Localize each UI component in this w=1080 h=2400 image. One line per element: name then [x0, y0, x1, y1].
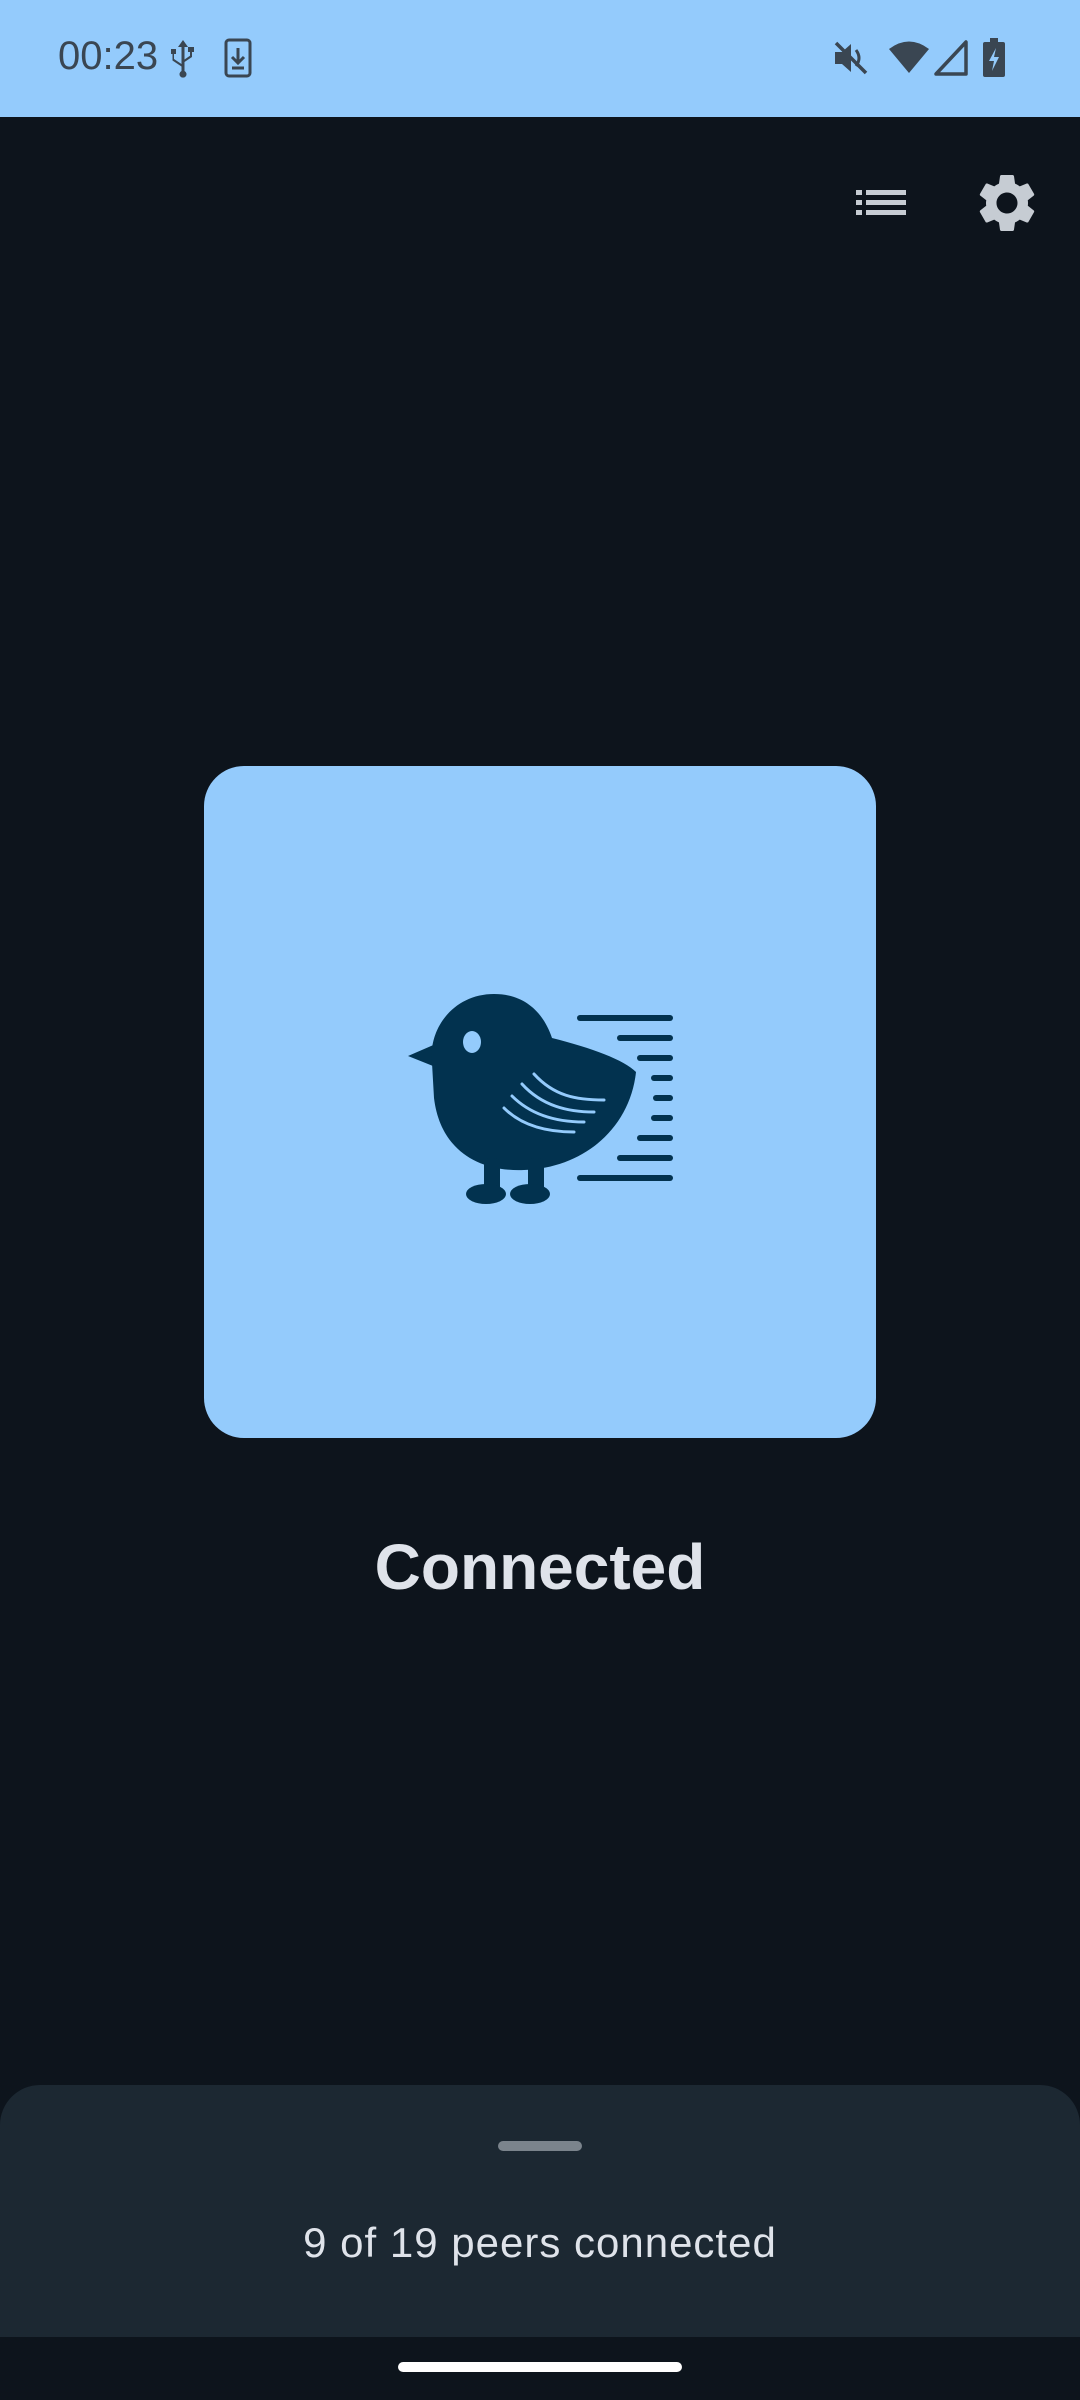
connection-status-title: Connected: [374, 1531, 706, 1603]
connection-toggle-card[interactable]: [204, 766, 876, 1438]
signal-icon: [934, 40, 968, 76]
settings-button[interactable]: [972, 168, 1042, 238]
download-icon: [224, 38, 252, 78]
gear-icon: [979, 175, 1035, 231]
logs-button[interactable]: [846, 168, 916, 238]
status-time: 00:23: [58, 34, 159, 78]
list-icon: [856, 190, 906, 215]
battery-charging-icon: [983, 38, 1005, 77]
status-bar: 00:23: [0, 0, 1080, 117]
home-indicator[interactable]: [398, 2362, 682, 2372]
drag-handle[interactable]: [498, 2141, 582, 2151]
bird-icon: [408, 994, 673, 1204]
peers-count-text: 9 of 19 peers connected: [303, 2219, 777, 2266]
usb-icon: [171, 40, 194, 78]
peers-bottom-sheet[interactable]: 9 of 19 peers connected: [0, 2085, 1080, 2337]
wifi-icon: [889, 41, 929, 73]
mute-icon: [834, 41, 868, 75]
